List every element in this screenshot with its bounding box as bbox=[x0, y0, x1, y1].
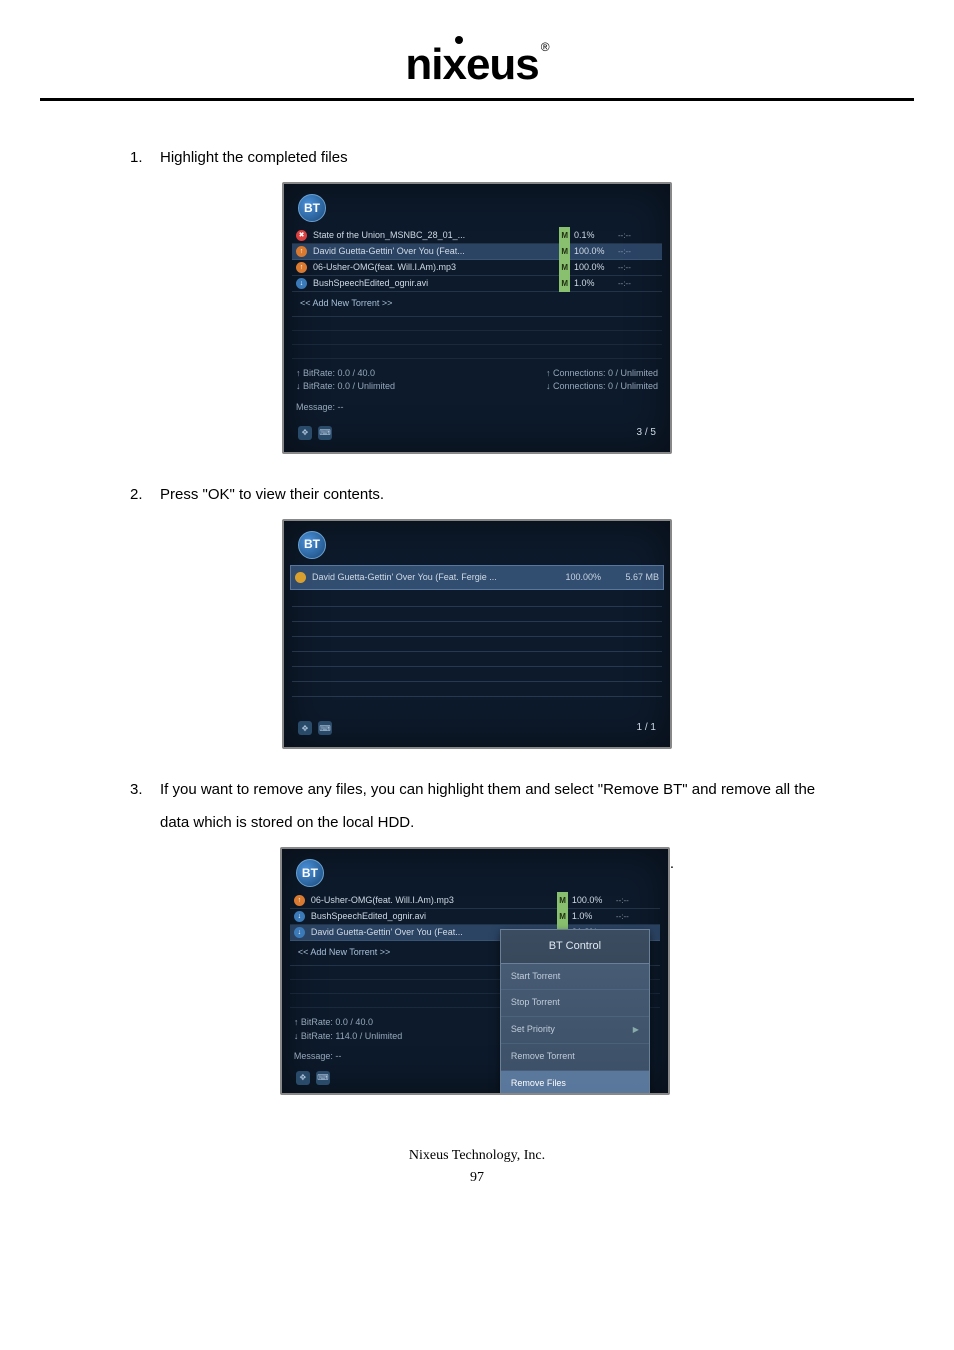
download-icon: ↓ bbox=[294, 927, 305, 938]
file-percent: 100.00% bbox=[565, 568, 601, 588]
file-row[interactable]: David Guetta-Gettin' Over You (Feat. Fer… bbox=[290, 565, 664, 591]
menu-title: BT Control bbox=[501, 930, 649, 963]
torrent-percent: 1.0% bbox=[574, 274, 618, 294]
down-connections: ↓ Connections: 0 / Unlimited bbox=[546, 380, 658, 394]
torrent-eta: --:-- bbox=[618, 259, 658, 277]
upload-icon: ↑ bbox=[296, 262, 307, 273]
menu-item-start-torrent[interactable]: Start Torrent bbox=[501, 964, 649, 991]
torrent-eta: --:-- bbox=[618, 227, 658, 245]
up-bitrate: ↑ BitRate: 0.0 / 40.0 bbox=[294, 1016, 402, 1030]
step-2: 2. Press "OK" to view their contents. bbox=[130, 478, 824, 511]
file-name: David Guetta-Gettin' Over You (Feat. Fer… bbox=[312, 568, 559, 588]
stats-block: ↑ BitRate: 0.0 / 40.0 ↓ BitRate: 0.0 / U… bbox=[284, 361, 670, 398]
registered-mark: ® bbox=[541, 40, 549, 54]
torrent-eta: --:-- bbox=[616, 892, 656, 910]
m-badge: M bbox=[557, 892, 568, 910]
upload-icon: ↑ bbox=[294, 895, 305, 906]
screenshot-bt-list: BT ✖ State of the Union_MSNBC_28_01_... … bbox=[282, 182, 672, 454]
bt-badge-icon: BT bbox=[296, 859, 324, 887]
torrent-row[interactable]: ↓ BushSpeechEdited_ognir.avi M 1.0% --:-… bbox=[292, 276, 662, 292]
keyboard-icon[interactable]: ⌨ bbox=[318, 426, 332, 440]
up-connections: ↑ Connections: 0 / Unlimited bbox=[546, 367, 658, 381]
footer-page-number: 97 bbox=[0, 1167, 954, 1189]
message-line: Message: -- bbox=[284, 398, 670, 420]
logo-text: nixeus bbox=[405, 40, 538, 90]
header-rule bbox=[40, 98, 914, 101]
menu-item-stop-torrent[interactable]: Stop Torrent bbox=[501, 990, 649, 1017]
bt-badge-icon: BT bbox=[298, 531, 326, 559]
bt-badge-icon: BT bbox=[298, 194, 326, 222]
add-new-torrent[interactable]: << Add New Torrent >> bbox=[292, 292, 662, 317]
torrent-eta: --:-- bbox=[618, 275, 658, 293]
torrent-name: BushSpeechEdited_ognir.avi bbox=[313, 274, 555, 294]
logo-header: nixeus® bbox=[0, 30, 954, 98]
menu-item-remove-files[interactable]: Remove Files bbox=[501, 1071, 649, 1095]
torrent-eta: --:-- bbox=[618, 243, 658, 261]
bt-control-menu: BT Control Start Torrent Stop Torrent Se… bbox=[500, 929, 650, 1095]
nav-icon[interactable]: ✥ bbox=[298, 721, 312, 735]
screenshot-bt-contents: BT David Guetta-Gettin' Over You (Feat. … bbox=[282, 519, 672, 750]
up-bitrate: ↑ BitRate: 0.0 / 40.0 bbox=[296, 367, 395, 381]
page-indicator: 3 / 5 bbox=[637, 422, 656, 444]
page-footer: Nixeus Technology, Inc. 97 bbox=[0, 1145, 954, 1190]
m-badge: M bbox=[559, 243, 570, 261]
m-badge: M bbox=[559, 227, 570, 245]
m-badge: M bbox=[557, 908, 568, 926]
torrent-eta: --:-- bbox=[616, 908, 656, 926]
nav-icon[interactable]: ✥ bbox=[298, 426, 312, 440]
keyboard-icon[interactable]: ⌨ bbox=[318, 721, 332, 735]
step-3: 3. If you want to remove any files, you … bbox=[130, 773, 824, 839]
m-badge: M bbox=[559, 275, 570, 293]
step-1: 1. Highlight the completed files bbox=[130, 141, 824, 174]
nav-icon[interactable]: ✥ bbox=[296, 1071, 310, 1085]
download-icon: ↓ bbox=[294, 911, 305, 922]
file-icon bbox=[295, 572, 306, 583]
keyboard-icon[interactable]: ⌨ bbox=[316, 1071, 330, 1085]
file-size: 5.67 MB bbox=[607, 568, 659, 588]
footer-company: Nixeus Technology, Inc. bbox=[0, 1145, 954, 1167]
down-bitrate: ↓ BitRate: 0.0 / Unlimited bbox=[296, 380, 395, 394]
down-bitrate: ↓ BitRate: 114.0 / Unlimited bbox=[294, 1030, 402, 1044]
upload-icon: ↑ bbox=[296, 246, 307, 257]
menu-item-remove-torrent[interactable]: Remove Torrent bbox=[501, 1044, 649, 1071]
chevron-right-icon: ▶ bbox=[633, 1021, 639, 1039]
stop-icon: ✖ bbox=[296, 230, 307, 241]
download-icon: ↓ bbox=[296, 278, 307, 289]
screenshot-bt-control: BT ↑ 06-Usher-OMG(feat. Will.I.Am).mp3 M… bbox=[280, 847, 670, 1095]
menu-item-set-priority[interactable]: Set Priority▶ bbox=[501, 1017, 649, 1044]
page-indicator: 1 / 1 bbox=[637, 717, 656, 739]
m-badge: M bbox=[559, 259, 570, 277]
